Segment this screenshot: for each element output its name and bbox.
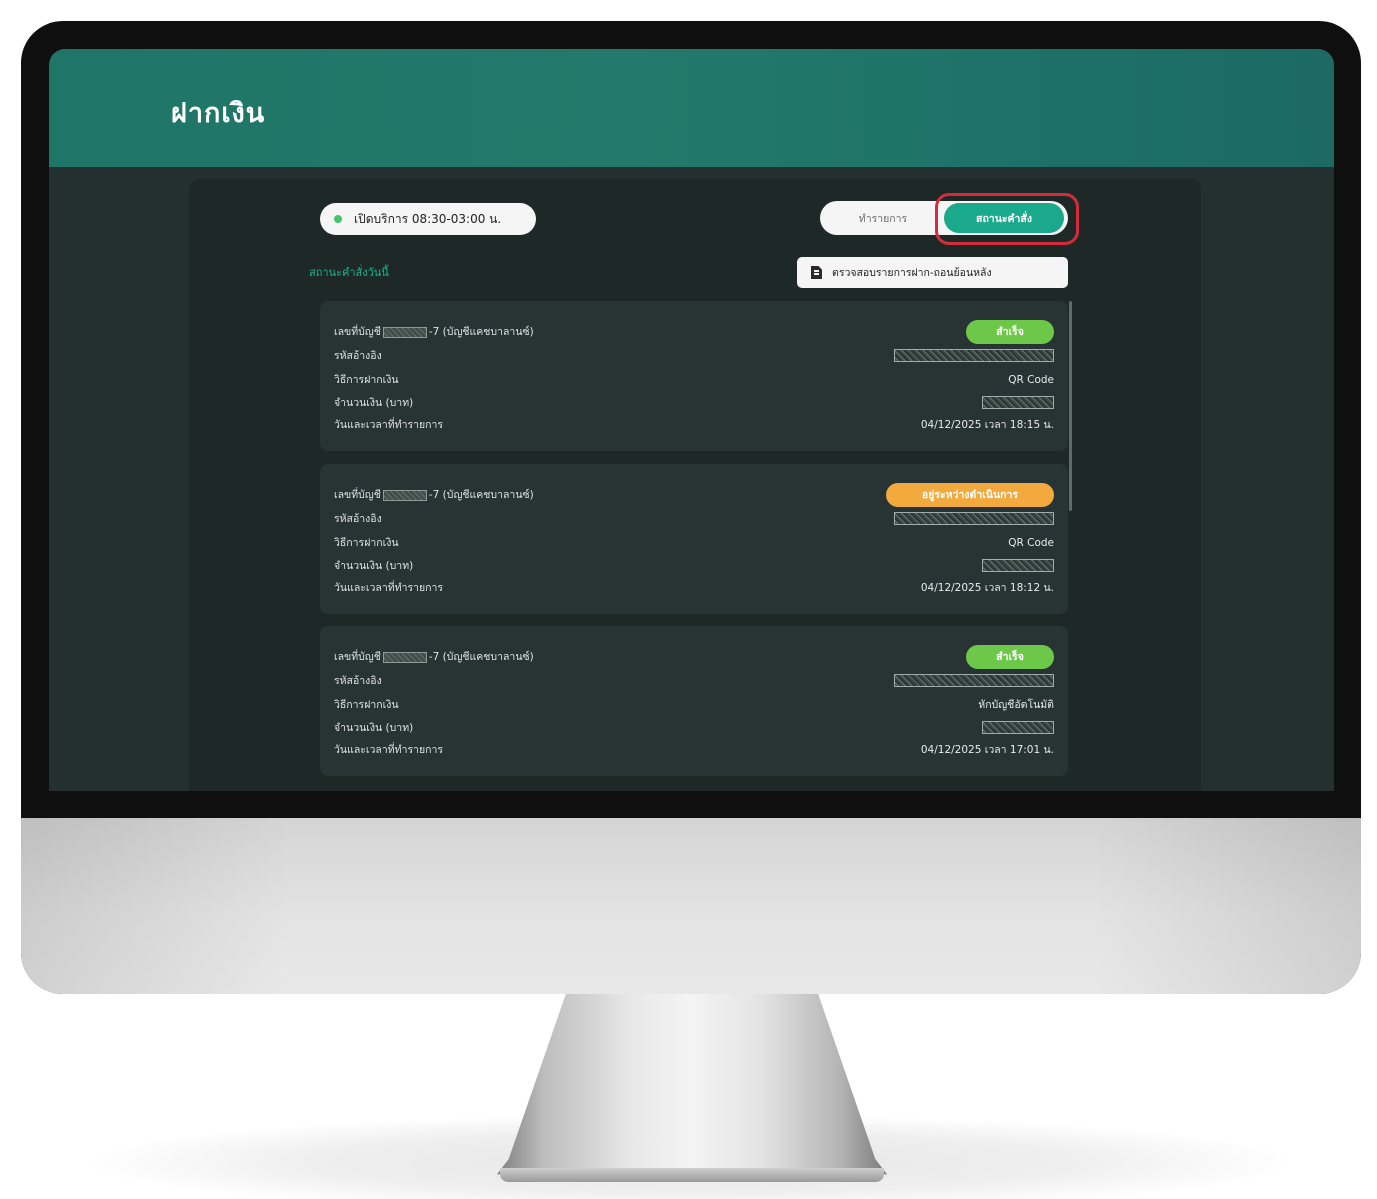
- status-dot-icon: [334, 215, 342, 223]
- masked-account: [382, 326, 427, 338]
- method-label: วิธีการฝากเงิน: [334, 699, 399, 711]
- service-hours-badge: เปิดบริการ 08:30-03:00 น.: [320, 203, 536, 235]
- document-icon: [811, 266, 822, 279]
- masked-amount: [982, 721, 1054, 734]
- masked-ref: [894, 674, 1054, 687]
- account-row: เลขที่บัญชี -7 (บัญชีแคชบาลานซ์): [334, 486, 534, 503]
- method-value: หักบัญชีอัตโนมัติ: [978, 699, 1054, 711]
- history-button[interactable]: ตรวจสอบรายการฝาก-ถอนย้อนหลัง: [797, 257, 1068, 288]
- masked-amount: [982, 396, 1054, 409]
- account-label: เลขที่บัญชี: [334, 326, 381, 338]
- monitor-mockup: ฝากเงิน เปิดบริการ 08:30-03:00 น. ทำรายก…: [0, 0, 1377, 1199]
- masked-ref: [894, 349, 1054, 362]
- datetime-label: วันและเวลาที่ทำรายการ: [334, 744, 444, 756]
- datetime-value: 04/12/2025 เวลา 18:12 น.: [920, 582, 1054, 594]
- screen: ฝากเงิน เปิดบริการ 08:30-03:00 น. ทำรายก…: [49, 49, 1334, 791]
- method-label: วิธีการฝากเงิน: [334, 374, 399, 386]
- section-title: สถานะคำสั่งวันนี้: [309, 266, 389, 279]
- account-suffix: -7 (บัญชีแคชบาลานซ์): [428, 489, 534, 501]
- transaction-card[interactable]: เลขที่บัญชี -7 (บัญชีแคชบาลานซ์) อยู่ระหว…: [320, 464, 1068, 614]
- ref-label: รหัสอ้างอิง: [334, 350, 382, 362]
- account-row: เลขที่บัญชี -7 (บัญชีแคชบาลานซ์): [334, 648, 534, 665]
- page-title: ฝากเงิน: [171, 98, 266, 129]
- transaction-card[interactable]: เลขที่บัญชี -7 (บัญชีแคชบาลานซ์) สำเร็จ ร…: [320, 301, 1068, 451]
- service-hours-text: เปิดบริการ 08:30-03:00 น.: [354, 211, 502, 226]
- masked-ref: [894, 512, 1054, 525]
- status-badge: อยู่ระหว่างดำเนินการ: [886, 482, 1054, 507]
- tab-switcher: ทำรายการ สถานะคำสั่ง: [820, 201, 1068, 235]
- amount-label: จำนวนเงิน (บาท): [334, 722, 414, 734]
- datetime-label: วันและเวลาที่ทำรายการ: [334, 582, 444, 594]
- method-value: QR Code: [1008, 373, 1054, 386]
- monitor-chin: [21, 818, 1361, 994]
- monitor-stand-foot: [500, 1168, 884, 1182]
- masked-amount: [982, 559, 1054, 572]
- account-suffix: -7 (บัญชีแคชบาลานซ์): [428, 326, 534, 338]
- tab-order-status[interactable]: สถานะคำสั่ง: [944, 203, 1064, 233]
- method-label: วิธีการฝากเงิน: [334, 537, 399, 549]
- status-badge: สำเร็จ: [966, 644, 1054, 669]
- account-row: เลขที่บัญชี -7 (บัญชีแคชบาลานซ์): [334, 323, 534, 340]
- status-badge: สำเร็จ: [966, 319, 1054, 344]
- account-suffix: -7 (บัญชีแคชบาลานซ์): [428, 651, 534, 663]
- masked-account: [382, 651, 427, 663]
- datetime-value: 04/12/2025 เวลา 17:01 น.: [920, 744, 1054, 756]
- monitor-stand: [497, 990, 887, 1175]
- datetime-value: 04/12/2025 เวลา 18:15 น.: [920, 419, 1054, 431]
- monitor-body: ฝากเงิน เปิดบริการ 08:30-03:00 น. ทำรายก…: [21, 21, 1361, 994]
- amount-label: จำนวนเงิน (บาท): [334, 560, 414, 572]
- method-value: QR Code: [1008, 536, 1054, 549]
- history-button-label: ตรวจสอบรายการฝาก-ถอนย้อนหลัง: [832, 267, 992, 279]
- transaction-card[interactable]: เลขที่บัญชี -7 (บัญชีแคชบาลานซ์) สำเร็จ ร…: [320, 626, 1068, 776]
- account-label: เลขที่บัญชี: [334, 489, 381, 501]
- scrollbar[interactable]: [1069, 301, 1072, 511]
- ref-label: รหัสอ้างอิง: [334, 513, 382, 525]
- content-panel: เปิดบริการ 08:30-03:00 น. ทำรายการ สถานะ…: [189, 179, 1201, 791]
- account-label: เลขที่บัญชี: [334, 651, 381, 663]
- header-bar: ฝากเงิน: [49, 49, 1334, 167]
- amount-label: จำนวนเงิน (บาท): [334, 397, 414, 409]
- datetime-label: วันและเวลาที่ทำรายการ: [334, 419, 444, 431]
- ref-label: รหัสอ้างอิง: [334, 675, 382, 687]
- tab-make-transaction[interactable]: ทำรายการ: [826, 203, 940, 233]
- masked-account: [382, 489, 427, 501]
